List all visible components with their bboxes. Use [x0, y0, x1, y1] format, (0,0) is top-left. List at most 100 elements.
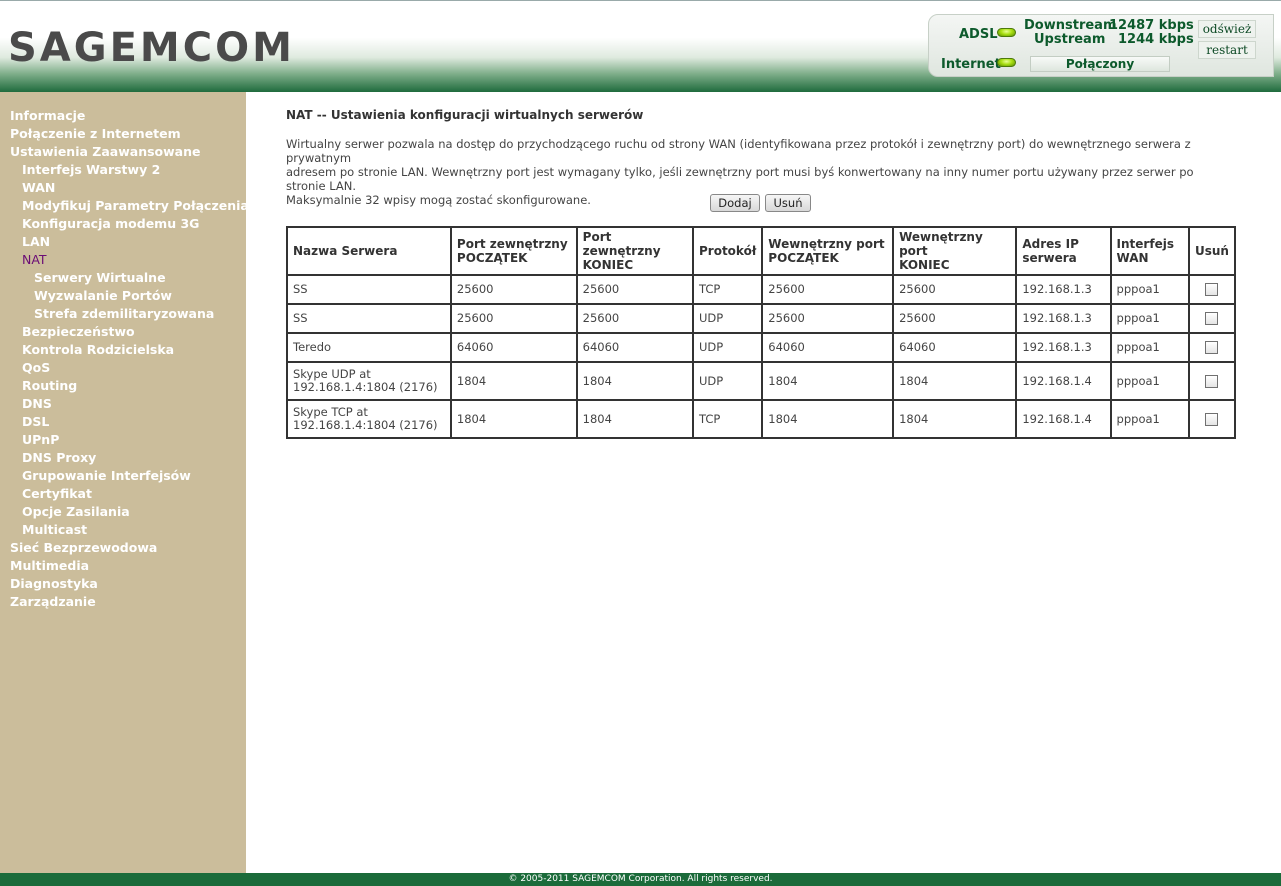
sidebar-item[interactable]: Kontrola Rodzicielska [22, 342, 174, 357]
cell-protocol: UDP [691, 332, 764, 363]
cell-wan: pppoa1 [1109, 303, 1190, 334]
cell-wan: pppoa1 [1109, 361, 1190, 401]
header-bar: SAGEMCOM ADSL Internet Downstream 12487 … [0, 0, 1281, 92]
sidebar-item[interactable]: Serwery Wirtualne [34, 270, 166, 285]
description-line: Wirtualny serwer pozwala na dostęp do pr… [286, 137, 1191, 165]
cell-remove [1187, 332, 1237, 363]
description-line: adresem po stronie LAN. Wewnętrzny port … [286, 165, 1194, 193]
sidebar-item[interactable]: Multicast [22, 522, 87, 537]
sidebar-item[interactable]: DNS [22, 396, 52, 411]
col-header-server-name: Nazwa Serwera [286, 226, 452, 276]
col-header-ext-port-start: Port zewnętrzny POCZĄTEK [449, 226, 578, 276]
sidebar-item[interactable]: Strefa zdemilitaryzowana [34, 306, 214, 321]
internet-label: Internet [941, 57, 1001, 72]
downstream-label: Downstream [1024, 18, 1117, 33]
col-header-int-port-start: Wewnętrzny port POCZĄTEK [761, 226, 895, 276]
cell-ip: 192.168.1.3 [1015, 332, 1112, 363]
col-header-protocol: Protokół [691, 226, 764, 276]
cell-ext-end: 1804 [575, 361, 694, 401]
cell-int-end: 25600 [892, 274, 1018, 305]
cell-protocol: UDP [691, 361, 764, 401]
sidebar-item[interactable]: Modyfikuj Parametry Połączenia [22, 198, 249, 213]
adsl-label: ADSL [959, 27, 998, 42]
cell-ext-end: 1804 [575, 399, 694, 439]
sidebar-item[interactable]: Wyzwalanie Portów [34, 288, 172, 303]
table-row: SS 25600 25600 TCP 25600 25600 192.168.1.3 pppo… [286, 274, 1237, 305]
cell-remove [1187, 303, 1237, 334]
sidebar-item[interactable]: UPnP [22, 432, 59, 447]
cell-ip: 192.168.1.3 [1015, 303, 1112, 334]
connection-status-text: Połączony [1030, 56, 1170, 72]
remove-checkbox[interactable] [1205, 374, 1219, 388]
cell-remove [1187, 361, 1237, 401]
table-header-row: Nazwa Serwera Port zewnętrzny POCZĄTEK Po… [286, 226, 1237, 276]
cell-wan: pppoa1 [1109, 274, 1190, 305]
sidebar-item[interactable]: NAT [22, 252, 47, 267]
sidebar-item[interactable]: QoS [22, 360, 50, 375]
restart-button[interactable]: restart [1198, 41, 1256, 59]
remove-checkbox[interactable] [1205, 341, 1219, 354]
cell-protocol: TCP [691, 399, 764, 439]
sidebar-item[interactable]: Opcje Zasilania [22, 504, 130, 519]
table-row: Teredo 64060 64060 UDP 64060 64060 192.168.1.3… [286, 332, 1237, 363]
cell-ext-start: 25600 [449, 274, 578, 305]
col-header-int-port-end: Wewnętrzny port KONIEC [892, 226, 1018, 276]
cell-ext-start: 25600 [449, 303, 578, 334]
remove-checkbox[interactable] [1205, 283, 1219, 296]
sagemcom-logo: SAGEMCOM [8, 25, 295, 71]
col-header-wan-interface: Interfejs WAN [1109, 226, 1190, 276]
cell-int-start: 25600 [761, 274, 895, 305]
cell-int-start: 25600 [761, 303, 895, 334]
sidebar-item[interactable]: Ustawienia Zaawansowane [10, 144, 201, 159]
sidebar-item[interactable]: Bezpieczeństwo [22, 324, 135, 339]
refresh-button[interactable]: odśwież [1198, 20, 1256, 38]
cell-int-end: 25600 [892, 303, 1018, 334]
sidebar-item[interactable]: Diagnostyka [10, 576, 98, 591]
add-button[interactable]: Dodaj [710, 194, 760, 212]
cell-ext-start: 1804 [449, 361, 578, 401]
cell-protocol: UDP [691, 303, 764, 334]
sidebar-item[interactable]: DSL [22, 414, 49, 429]
sidebar-item[interactable]: Interfejs Warstwy 2 [22, 162, 160, 177]
cell-remove [1187, 274, 1237, 305]
cell-ip: 192.168.1.4 [1015, 399, 1112, 439]
sidebar-item[interactable]: Certyfikat [22, 486, 92, 501]
sidebar-item[interactable]: Konfiguracja modemu 3G [22, 216, 199, 231]
cell-wan: pppoa1 [1109, 399, 1190, 439]
cell-protocol: TCP [691, 274, 764, 305]
col-header-ext-port-end: Port zewnętrzny KONIEC [575, 226, 694, 276]
cell-server-name: Teredo [286, 332, 452, 363]
table-row: SS 25600 25600 UDP 25600 25600 192.168.1.3 pppo… [286, 303, 1237, 334]
upstream-rate: 1244 kbps [1118, 32, 1194, 47]
sidebar-item[interactable]: DNS Proxy [22, 450, 96, 465]
sidebar-item[interactable]: Grupowanie Interfejsów [22, 468, 191, 483]
cell-int-start: 1804 [761, 361, 895, 401]
cell-ip: 192.168.1.3 [1015, 274, 1112, 305]
remove-checkbox[interactable] [1205, 312, 1219, 325]
sidebar-item[interactable]: Sieć Bezprzewodowa [10, 540, 157, 555]
table-row: Skype UDP at 192.168.1.4:1804 (2176) 1804 1… [286, 361, 1237, 401]
sidebar-item[interactable]: Routing [22, 378, 77, 393]
virtual-servers-table: Nazwa Serwera Port zewnętrzny POCZĄTEK Po… [286, 226, 1237, 439]
sidebar-item[interactable]: Połączenie z Internetem [10, 126, 181, 141]
cell-remove [1187, 399, 1237, 439]
cell-wan: pppoa1 [1109, 332, 1190, 363]
cell-server-name: SS [286, 274, 452, 305]
col-header-remove: Usuń [1187, 226, 1237, 276]
cell-int-end: 64060 [892, 332, 1018, 363]
description-line: Maksymalnie 32 wpisy mogą zostać skonfig… [286, 193, 591, 207]
sidebar-item[interactable]: Informacje [10, 108, 85, 123]
sidebar-item[interactable]: WAN [22, 180, 55, 195]
remove-button[interactable]: Usuń [765, 194, 811, 212]
cell-int-end: 1804 [892, 399, 1018, 439]
cell-server-name: Skype UDP at 192.168.1.4:1804 (2176) [286, 361, 452, 401]
table-row: Skype TCP at 192.168.1.4:1804 (2176) 1804 1… [286, 399, 1237, 439]
sidebar-item[interactable]: LAN [22, 234, 50, 249]
sidebar-item[interactable]: Zarządzanie [10, 594, 96, 609]
sidebar-item[interactable]: Multimedia [10, 558, 89, 573]
cell-ext-end: 25600 [575, 274, 694, 305]
cell-server-name: SS [286, 303, 452, 334]
cell-int-start: 64060 [761, 332, 895, 363]
cell-int-start: 1804 [761, 399, 895, 439]
remove-checkbox[interactable] [1205, 412, 1219, 426]
